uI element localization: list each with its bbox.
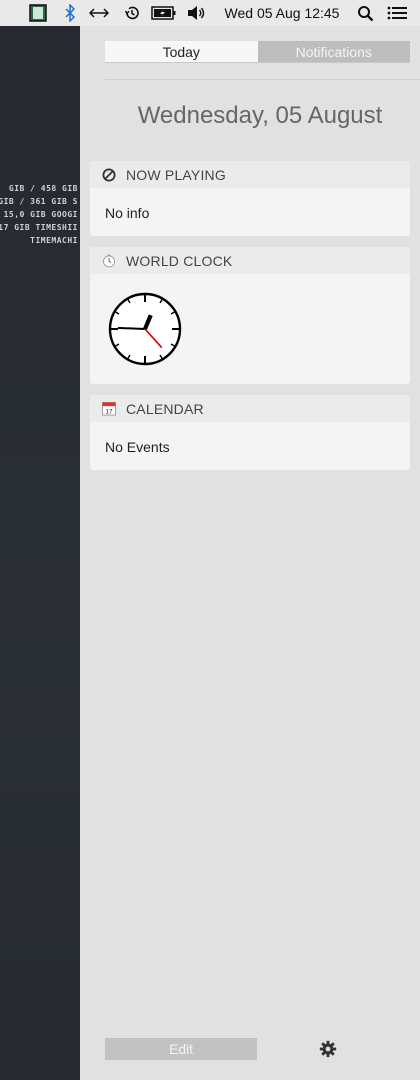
desktop-background: GIB / 458 GIB GIB / 361 GIB S 15,0 GIB G… — [0, 26, 80, 1080]
date-heading: Wednesday, 05 August — [137, 102, 383, 129]
disk-line: TIMEMACHI — [30, 236, 78, 245]
widget-header: NOW PLAYING — [90, 161, 410, 188]
battery-icon[interactable] — [150, 0, 178, 26]
menu-bar: Wed 05 Aug 12:45 — [0, 0, 420, 26]
analog-clock — [108, 292, 182, 366]
menu-bar-clock-text: Wed 05 Aug 12:45 — [224, 5, 340, 21]
calendar-widget[interactable]: 17 CALENDAR No Events — [90, 395, 410, 470]
edit-button[interactable]: Edit — [105, 1038, 257, 1060]
bluetooth-icon[interactable] — [62, 0, 78, 26]
disk-line: 15,0 GIB GOOGI — [3, 210, 78, 219]
svg-text:17: 17 — [105, 409, 113, 416]
calendar-body: No Events — [105, 439, 170, 455]
tab-bar: Today Notifications — [105, 41, 410, 63]
notification-center-panel: Today Notifications Wednesday, 05 August… — [80, 26, 420, 1080]
disk-usage-widget: GIB / 458 GIB GIB / 361 GIB S 15,0 GIB G… — [0, 182, 78, 247]
calendar-icon: 17 — [102, 401, 116, 416]
disk-line: GIB / 361 GIB S — [0, 197, 78, 206]
time-machine-icon[interactable] — [122, 0, 142, 26]
tab-notifications[interactable]: Notifications — [257, 41, 410, 62]
disk-line: 17 GIB TIMESHII — [0, 223, 78, 232]
now-playing-title: NOW PLAYING — [126, 166, 226, 183]
gear-icon[interactable] — [318, 1039, 338, 1059]
now-playing-body: No info — [105, 205, 150, 221]
world-clock-title: WORLD CLOCK — [126, 252, 233, 269]
volume-icon[interactable] — [186, 0, 208, 26]
network-icon[interactable] — [88, 0, 110, 26]
divider — [105, 79, 420, 80]
menu-bar-clock[interactable]: Wed 05 Aug 12:45 — [220, 0, 344, 26]
calendar-title: CALENDAR — [126, 400, 204, 417]
disk-line: GIB / 458 GIB — [8, 184, 78, 193]
no-entry-icon — [102, 168, 116, 182]
now-playing-widget[interactable]: NOW PLAYING No info — [90, 161, 410, 236]
world-clock-widget[interactable]: WORLD CLOCK — [90, 247, 410, 384]
app-icon[interactable] — [28, 0, 48, 26]
spotlight-search-icon[interactable] — [355, 0, 375, 26]
notification-center-icon[interactable] — [386, 0, 408, 26]
widget-header: WORLD CLOCK — [90, 247, 410, 274]
tab-today[interactable]: Today — [105, 41, 258, 62]
clock-icon — [102, 254, 116, 268]
widget-header: 17 CALENDAR — [90, 395, 410, 422]
minute-hand — [117, 326, 146, 330]
